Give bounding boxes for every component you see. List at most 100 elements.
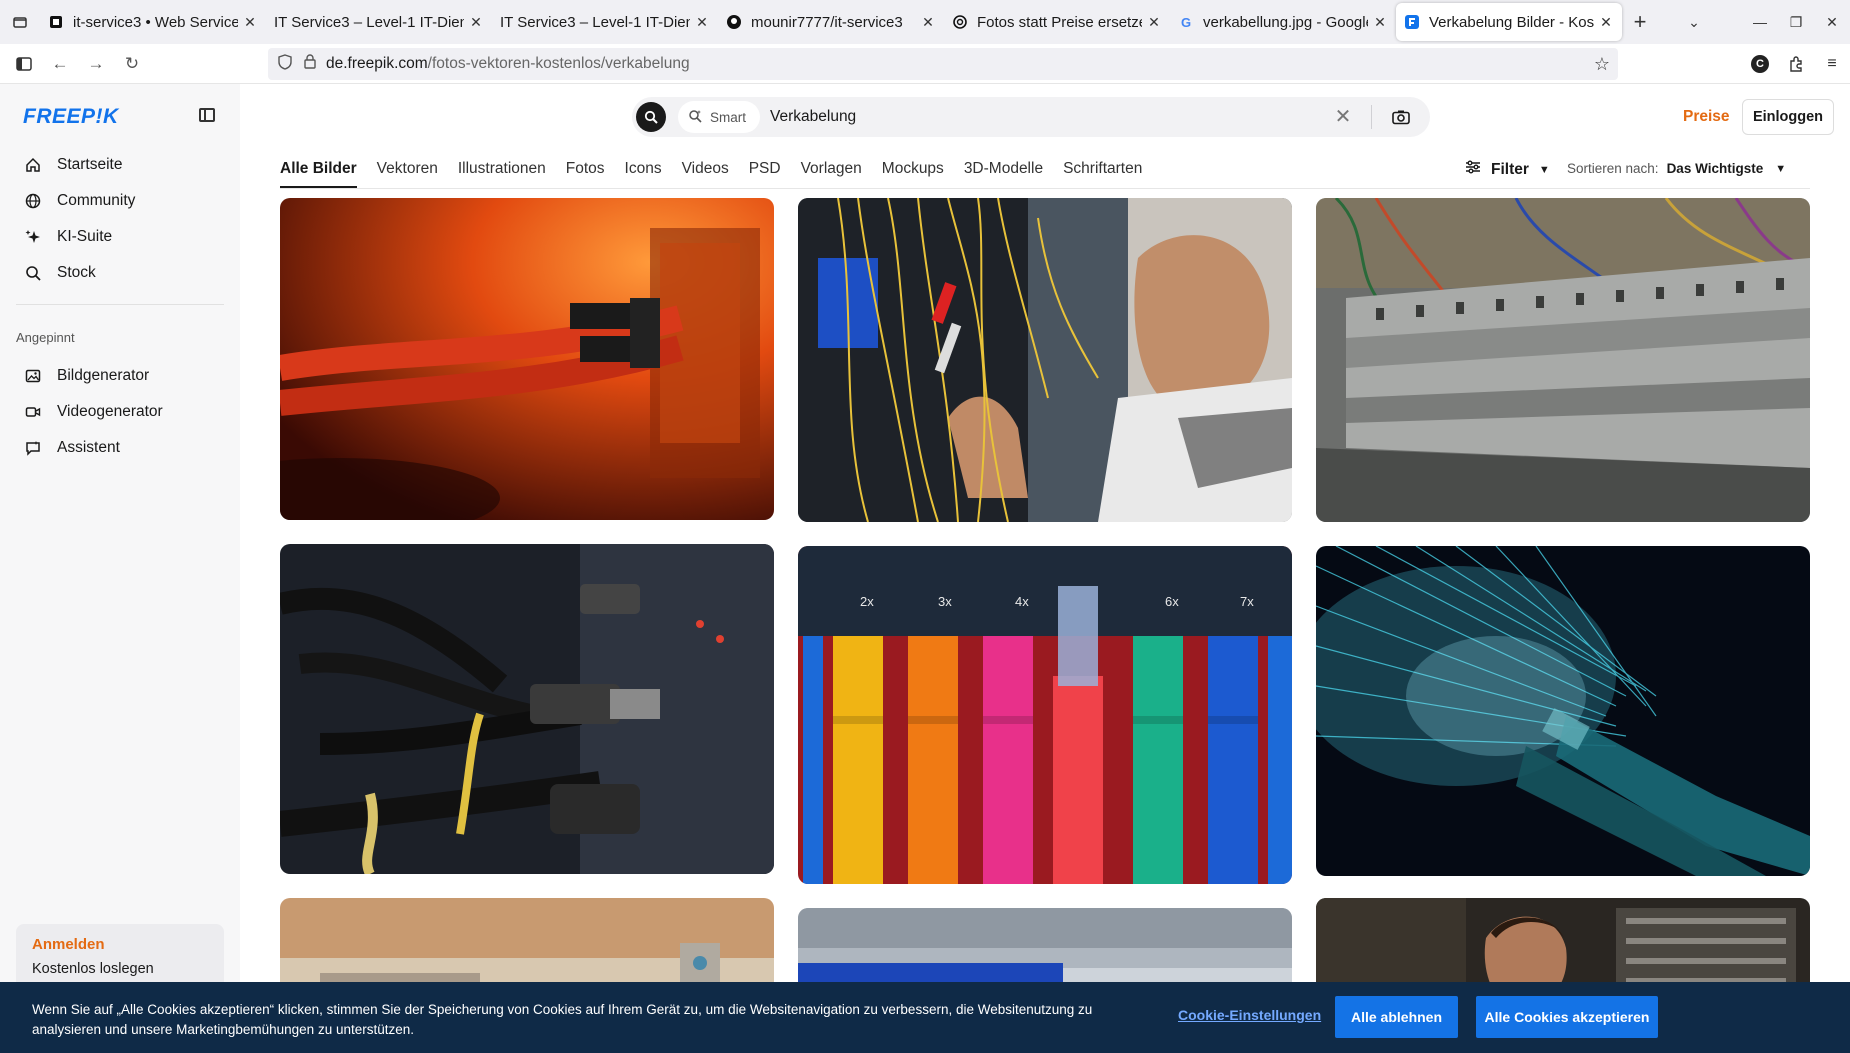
video-icon	[24, 403, 42, 421]
tab-videos[interactable]: Videos	[682, 158, 729, 188]
camera-icon[interactable]	[1389, 105, 1413, 129]
tab-3d-modelle[interactable]: 3D-Modelle	[964, 158, 1043, 188]
search-submit-icon[interactable]	[636, 102, 666, 132]
url-path: /fotos-vektoren-kostenlos/verkabelung	[427, 55, 690, 72]
browser-tab-active[interactable]: Verkabelung Bilder - Kost ✕	[1396, 3, 1622, 41]
close-tab-icon[interactable]: ✕	[1372, 14, 1388, 31]
close-tab-icon[interactable]: ✕	[468, 14, 484, 31]
port-label: 3x	[938, 594, 952, 609]
sidebar-item-startseite[interactable]: Startseite	[24, 153, 122, 177]
tab-title: mounir7777/it-service3	[751, 13, 903, 31]
url-host: de.freepik.com	[326, 55, 428, 72]
pinned-heading: Angepinnt	[16, 330, 75, 345]
sort-dropdown[interactable]: Sortieren nach: Das Wichtigste ▼	[1567, 161, 1786, 176]
reload-icon[interactable]: ↻	[114, 46, 150, 82]
back-icon[interactable]: ←	[42, 46, 78, 82]
image-result-orange-cables[interactable]	[280, 198, 774, 520]
image-result-technician-fiber[interactable]	[798, 198, 1292, 522]
category-divider	[280, 188, 1810, 189]
reject-all-button[interactable]: Alle ablehnen	[1335, 996, 1458, 1038]
tab-mockups[interactable]: Mockups	[882, 158, 944, 188]
tab-title: it-service3 • Web Service	[73, 13, 238, 31]
image-result-colorful-patch-cables[interactable]: 2x 3x 4x 6x 7x	[798, 546, 1292, 884]
browser-tab[interactable]: IT Service3 – Level-1 IT-Diens ✕	[492, 4, 718, 40]
port-label: 7x	[1240, 594, 1254, 609]
tab-vektoren[interactable]: Vektoren	[377, 158, 438, 188]
image-result-xlr-cables[interactable]	[280, 544, 774, 874]
collapse-sidebar-icon[interactable]	[199, 108, 215, 122]
new-tab-icon[interactable]: +	[1622, 9, 1658, 35]
forward-icon[interactable]: →	[78, 46, 114, 82]
close-tab-icon[interactable]: ✕	[920, 14, 936, 31]
browser-tab[interactable]: G verkabellung.jpg - Google ✕	[1170, 4, 1396, 40]
cookie-banner: Wenn Sie auf „Alle Cookies akzeptieren“ …	[0, 982, 1850, 1053]
menu-icon[interactable]: ≡	[1814, 48, 1850, 80]
filter-button[interactable]: Filter ▼	[1465, 160, 1550, 179]
sidebar-item-community[interactable]: Community	[24, 189, 135, 213]
close-tab-icon[interactable]: ✕	[694, 14, 710, 31]
sidebar-toggle-icon[interactable]	[6, 46, 42, 82]
tab-schriftarten[interactable]: Schriftarten	[1063, 158, 1142, 188]
sidebar-item-bildgenerator[interactable]: Bildgenerator	[24, 364, 149, 388]
tab-fotos[interactable]: Fotos	[566, 158, 605, 188]
image-result-fiber-optics[interactable]	[1316, 546, 1810, 876]
sidebar-item-assistent[interactable]: Assistent	[24, 436, 120, 460]
freepik-logo[interactable]: FREEP!K	[23, 105, 119, 129]
lock-icon	[304, 54, 316, 74]
tab-alle-bilder[interactable]: Alle Bilder	[280, 158, 357, 188]
smart-icon	[688, 109, 702, 126]
tab-icons[interactable]: Icons	[625, 158, 662, 188]
chevron-down-icon: ▼	[1775, 162, 1787, 175]
restore-icon[interactable]: ❐	[1778, 14, 1814, 31]
shield-icon	[278, 53, 292, 75]
login-title[interactable]: Anmelden	[32, 936, 208, 953]
browser-tab[interactable]: it-service3 • Web Service ✕	[40, 4, 266, 40]
accept-all-button[interactable]: Alle Cookies akzeptieren	[1476, 996, 1658, 1038]
filter-icon	[1465, 160, 1481, 179]
close-tab-icon[interactable]: ✕	[242, 14, 258, 31]
tab-title: IT Service3 – Level-1 IT-Diens	[274, 13, 464, 31]
extensions-icon[interactable]	[1778, 48, 1814, 80]
cookie-settings-link[interactable]: Cookie-Einstellungen	[1178, 1007, 1321, 1023]
tab-title: Fotos statt Preise ersetze	[977, 13, 1142, 31]
clear-search-icon[interactable]: ✕	[1332, 105, 1354, 128]
smart-search-toggle[interactable]: Smart	[678, 101, 761, 133]
url-bar[interactable]: de.freepik.com /fotos-vektoren-kostenlos…	[268, 48, 1618, 80]
profile-initial: C	[1751, 55, 1769, 73]
bookmark-star-icon[interactable]: ☆	[1594, 54, 1610, 75]
globe-icon	[24, 192, 42, 210]
chevron-down-icon[interactable]: ⌄	[1676, 14, 1712, 31]
browser-tab[interactable]: Fotos statt Preise ersetze ✕	[944, 4, 1170, 40]
cookie-text: Wenn Sie auf „Alle Cookies akzeptieren“ …	[32, 1002, 1093, 1037]
browser-tab[interactable]: mounir7777/it-service3 ✕	[718, 4, 944, 40]
sidebar-item-videogenerator[interactable]: Videogenerator	[24, 400, 163, 424]
login-button[interactable]: Einloggen	[1742, 99, 1834, 135]
close-tab-icon[interactable]: ✕	[1146, 14, 1162, 31]
tab-title: verkabellung.jpg - Google	[1203, 13, 1368, 31]
smart-label: Smart	[710, 109, 747, 125]
sidebar-item-stock[interactable]: Stock	[24, 261, 96, 285]
profile-avatar[interactable]: C	[1742, 48, 1778, 80]
tab-list-icon[interactable]	[0, 0, 40, 44]
tab-psd[interactable]: PSD	[749, 158, 781, 188]
chevron-down-icon: ▼	[1538, 163, 1550, 176]
browser-tab[interactable]: IT Service3 – Level-1 IT-Diens ✕	[266, 4, 492, 40]
tab-vorlagen[interactable]: Vorlagen	[801, 158, 862, 188]
browser-nav-bar: ← → ↻ de.freepik.com /fotos-vektoren-kos…	[0, 44, 1850, 84]
close-tab-icon[interactable]: ✕	[1598, 14, 1614, 31]
render-favicon-icon	[48, 14, 64, 30]
sort-value: Das Wichtigste	[1666, 161, 1764, 176]
port-label: 4x	[1015, 594, 1029, 609]
image-result-terminal-blocks[interactable]	[1316, 198, 1810, 522]
google-icon: G	[1180, 14, 1192, 30]
search-input[interactable]: Verkabelung	[770, 108, 856, 126]
minimize-icon[interactable]: —	[1742, 14, 1778, 30]
port-label: 6x	[1165, 594, 1179, 609]
pricing-link[interactable]: Preise	[1683, 108, 1730, 126]
tab-illustrationen[interactable]: Illustrationen	[458, 158, 546, 188]
login-subtitle: Kostenlos loslegen	[32, 961, 154, 977]
close-window-icon[interactable]: ✕	[1814, 14, 1850, 31]
sidebar-item-ki-suite[interactable]: KI-Suite	[24, 225, 112, 249]
openai-icon	[952, 14, 968, 30]
image-icon	[24, 367, 42, 385]
